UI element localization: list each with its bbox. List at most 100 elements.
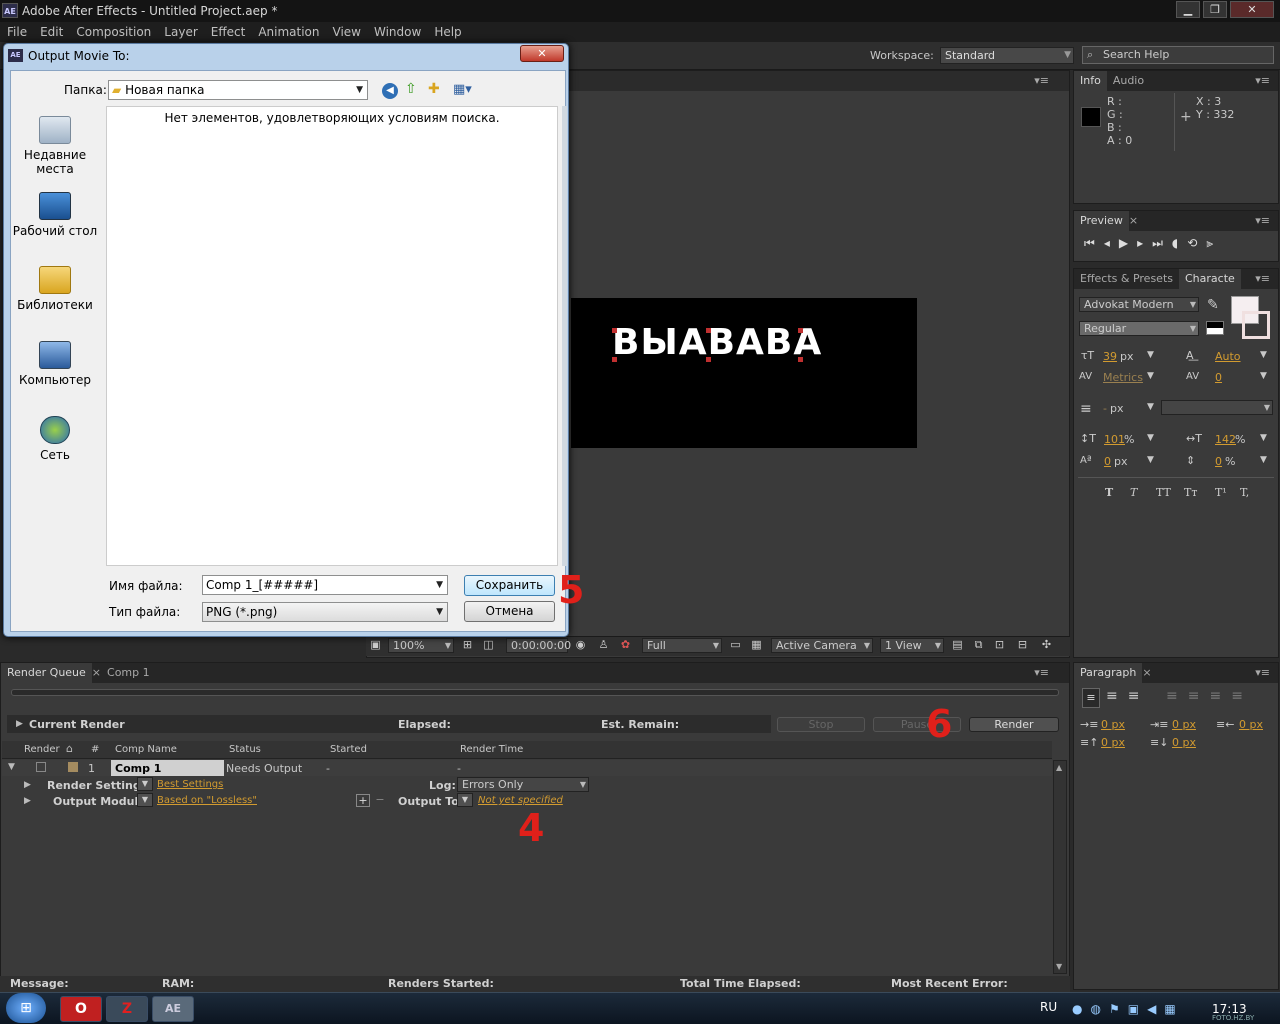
place-computer[interactable]: Компьютер bbox=[7, 341, 103, 387]
indent-first-value[interactable]: 0 px bbox=[1172, 718, 1196, 731]
menu-animation[interactable]: Animation bbox=[251, 22, 325, 39]
cancel-button[interactable]: Отмена bbox=[464, 601, 555, 622]
menu-edit[interactable]: Edit bbox=[33, 22, 69, 39]
transparency-grid-icon[interactable]: ▦ bbox=[749, 638, 764, 653]
view-layout-select[interactable]: 1 View ▼ bbox=[880, 638, 944, 653]
new-folder-icon[interactable]: ✚ bbox=[428, 81, 440, 97]
stop-button[interactable]: Stop bbox=[777, 717, 865, 732]
kerning-value[interactable]: Metrics bbox=[1103, 371, 1143, 384]
justify-right-icon[interactable]: ≡ bbox=[1209, 688, 1231, 704]
place-libraries[interactable]: Библиотеки bbox=[7, 266, 103, 312]
col-render-time[interactable]: Render Time bbox=[460, 744, 523, 755]
render-settings-dropdown[interactable]: ▼ bbox=[137, 777, 153, 791]
vertical-scrollbar[interactable]: ▲ ▼ bbox=[1053, 760, 1067, 974]
place-recent[interactable]: Недавние места bbox=[7, 116, 103, 176]
indent-right-value[interactable]: 0 px bbox=[1239, 718, 1263, 731]
render-button[interactable]: Render bbox=[969, 717, 1059, 732]
scroll-down-icon[interactable]: ▼ bbox=[1056, 962, 1062, 971]
subscript-button[interactable]: T, bbox=[1240, 486, 1249, 499]
menu-view[interactable]: View bbox=[326, 22, 367, 39]
dialog-close-button[interactable]: ✕ bbox=[520, 45, 564, 62]
stroke-color-swatch[interactable] bbox=[1242, 311, 1270, 339]
minimize-button[interactable]: ▁ bbox=[1176, 1, 1200, 18]
tab-preview[interactable]: Preview bbox=[1074, 211, 1129, 231]
tab-info[interactable]: Info bbox=[1074, 71, 1107, 91]
leading-value[interactable]: Auto bbox=[1215, 350, 1241, 363]
stroke-style-select[interactable]: ▼ bbox=[1161, 400, 1273, 415]
black-white-swatch[interactable] bbox=[1206, 321, 1224, 335]
color-channels-icon[interactable]: ✿ bbox=[618, 638, 633, 653]
view-menu-icon[interactable]: ▦▾ bbox=[453, 82, 472, 97]
keyboard-icon[interactable]: ▦ bbox=[1164, 1002, 1183, 1016]
snapshot-icon[interactable]: ◉ bbox=[573, 638, 588, 653]
file-list-scrollbar[interactable] bbox=[562, 106, 567, 566]
place-desktop[interactable]: Рабочий стол bbox=[7, 192, 103, 238]
flag-icon[interactable]: ⚑ bbox=[1109, 1002, 1128, 1016]
tab-comp-1[interactable]: Comp 1 bbox=[101, 663, 156, 683]
timeline-icon[interactable]: ⊡ bbox=[992, 638, 1007, 653]
place-network[interactable]: Сеть bbox=[7, 416, 103, 462]
remove-output-module-button[interactable]: − bbox=[373, 794, 387, 807]
filename-input[interactable]: Comp 1_[#####] ▼ bbox=[202, 575, 448, 595]
safe-zones-icon[interactable]: ⊞ bbox=[460, 638, 475, 653]
horizontal-scale-value[interactable]: 142 bbox=[1215, 433, 1236, 446]
loop-icon[interactable]: ⟲ bbox=[1187, 236, 1206, 250]
col-render[interactable]: Render bbox=[24, 744, 60, 755]
justify-left-icon[interactable]: ≡ bbox=[1166, 688, 1188, 704]
camera-select[interactable]: Active Camera ▼ bbox=[771, 638, 873, 653]
wifi-icon[interactable]: ▣ bbox=[1128, 1002, 1147, 1016]
close-icon[interactable]: × bbox=[1129, 211, 1138, 231]
volume-icon[interactable]: ◀ bbox=[1147, 1002, 1164, 1016]
folder-select[interactable]: ▰ Новая папка ▼ bbox=[108, 80, 368, 100]
chevron-down-icon[interactable]: ▼ bbox=[1260, 371, 1267, 381]
flowchart-icon[interactable]: ⊟ bbox=[1015, 638, 1030, 653]
resolution-select[interactable]: Full ▼ bbox=[642, 638, 722, 653]
table-row[interactable]: ▼ 1 Comp 1 Needs Output - - bbox=[2, 760, 1052, 776]
render-settings-link[interactable]: Best Settings bbox=[157, 779, 223, 790]
filetype-select[interactable]: PNG (*.png) ▼ bbox=[202, 602, 448, 622]
chevron-down-icon[interactable]: ▼ bbox=[1260, 455, 1267, 465]
chevron-down-icon[interactable]: ▼ bbox=[1260, 350, 1267, 360]
superscript-button[interactable]: T¹ bbox=[1215, 486, 1227, 499]
mask-visibility-icon[interactable]: ◫ bbox=[481, 638, 496, 653]
close-icon[interactable]: × bbox=[92, 663, 101, 683]
filezilla-taskbar-icon[interactable]: Z bbox=[106, 996, 148, 1022]
up-folder-icon[interactable]: ⇧ bbox=[405, 81, 417, 97]
language-indicator[interactable]: RU bbox=[1040, 1000, 1057, 1014]
panel-menu-icon[interactable]: ▾≡ bbox=[1255, 214, 1270, 227]
search-help-input[interactable]: ⌕ Search Help bbox=[1082, 46, 1274, 64]
col-status[interactable]: Status bbox=[229, 744, 261, 755]
col-number[interactable]: # bbox=[91, 744, 99, 755]
menu-help[interactable]: Help bbox=[427, 22, 467, 39]
save-button[interactable]: Сохранить bbox=[464, 575, 555, 596]
expand-triangle-icon[interactable]: ▶ bbox=[24, 780, 31, 790]
align-center-icon[interactable]: ≡ bbox=[1106, 688, 1128, 704]
expand-triangle-icon[interactable]: ▶ bbox=[24, 796, 31, 806]
file-list[interactable]: Нет элементов, удовлетворяющих условиям … bbox=[106, 106, 558, 566]
indent-left-value[interactable]: 0 px bbox=[1101, 718, 1125, 731]
region-of-interest-icon[interactable]: ▭ bbox=[728, 638, 743, 653]
panel-menu-icon[interactable]: ▾≡ bbox=[1255, 272, 1270, 285]
menu-window[interactable]: Window bbox=[367, 22, 427, 39]
tracking-value[interactable]: 0 bbox=[1215, 371, 1222, 384]
chevron-down-icon[interactable]: ▼ bbox=[1147, 371, 1154, 381]
composition-canvas[interactable] bbox=[571, 298, 917, 448]
chevron-down-icon[interactable]: ▼ bbox=[1260, 433, 1267, 443]
font-size-value[interactable]: 39 bbox=[1103, 350, 1117, 363]
faux-bold-button[interactable]: T bbox=[1105, 486, 1113, 499]
play-icon[interactable]: ▶ bbox=[1119, 236, 1137, 250]
faux-italic-button[interactable]: T bbox=[1130, 486, 1137, 499]
tab-effects-presets[interactable]: Effects & Presets bbox=[1074, 269, 1179, 289]
first-frame-icon[interactable]: ⏮ bbox=[1084, 236, 1104, 250]
baseline-shift-value[interactable]: 0 bbox=[1104, 455, 1111, 468]
maximize-button[interactable]: ❐ bbox=[1203, 1, 1227, 18]
space-before-value[interactable]: 0 px bbox=[1101, 736, 1125, 749]
tab-render-queue[interactable]: Render Queue bbox=[1, 663, 92, 683]
panel-menu-icon[interactable]: ▾≡ bbox=[1034, 666, 1049, 679]
audio-icon[interactable]: ◖ bbox=[1172, 236, 1187, 250]
toggle-pixel-aspect-icon[interactable]: ▤ bbox=[950, 638, 965, 653]
row-comp-name[interactable]: Comp 1 bbox=[111, 760, 224, 776]
close-window-button[interactable]: ✕ bbox=[1230, 1, 1274, 18]
back-icon[interactable]: ◀ bbox=[382, 83, 398, 99]
panel-menu-icon[interactable]: ▾≡ bbox=[1255, 666, 1270, 679]
